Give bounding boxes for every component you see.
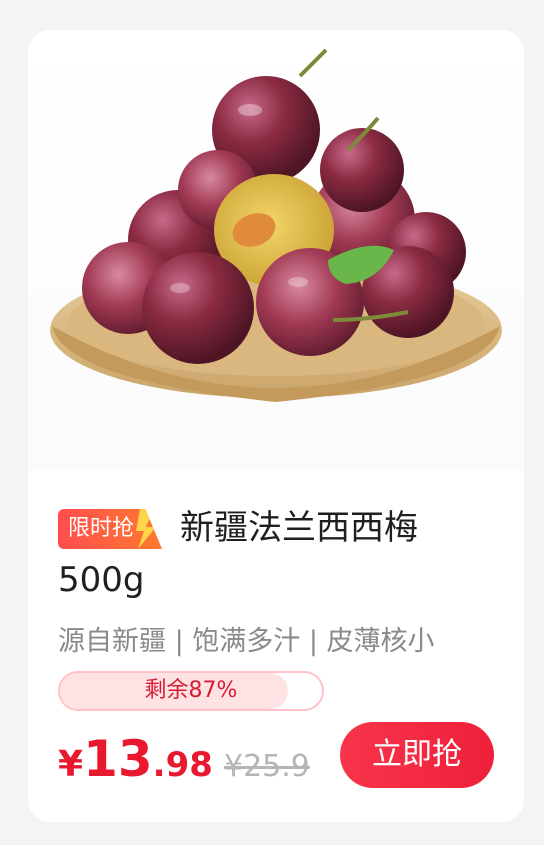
buy-now-button[interactable]: 立即抢 bbox=[340, 722, 494, 788]
stock-remaining-label: 剩余87% bbox=[144, 678, 238, 703]
product-title[interactable]: 限时抢 新疆法兰西西梅 500g bbox=[58, 502, 498, 606]
product-features: 源自新疆 | 饱满多汁 | 皮薄核小 bbox=[58, 626, 435, 657]
flash-sale-badge: 限时抢 bbox=[58, 509, 163, 549]
original-price: ¥25.9 bbox=[223, 749, 310, 784]
lightning-icon bbox=[136, 509, 157, 549]
price-decimal: .98 bbox=[152, 745, 213, 785]
flash-sale-badge-label: 限时抢 bbox=[68, 516, 135, 541]
plums-bowl-illustration bbox=[50, 48, 502, 402]
price-currency: ¥ bbox=[58, 744, 84, 785]
price-row: ¥13.98 ¥25.9 bbox=[58, 730, 310, 800]
product-image[interactable] bbox=[28, 30, 524, 470]
product-card[interactable]: 限时抢 新疆法兰西西梅 500g 源自新疆 | 饱满多汁 | 皮薄核小 剩余87… bbox=[28, 30, 524, 822]
stock-progress-bar: 剩余87% bbox=[58, 671, 324, 711]
price-integer: 13 bbox=[83, 730, 153, 788]
